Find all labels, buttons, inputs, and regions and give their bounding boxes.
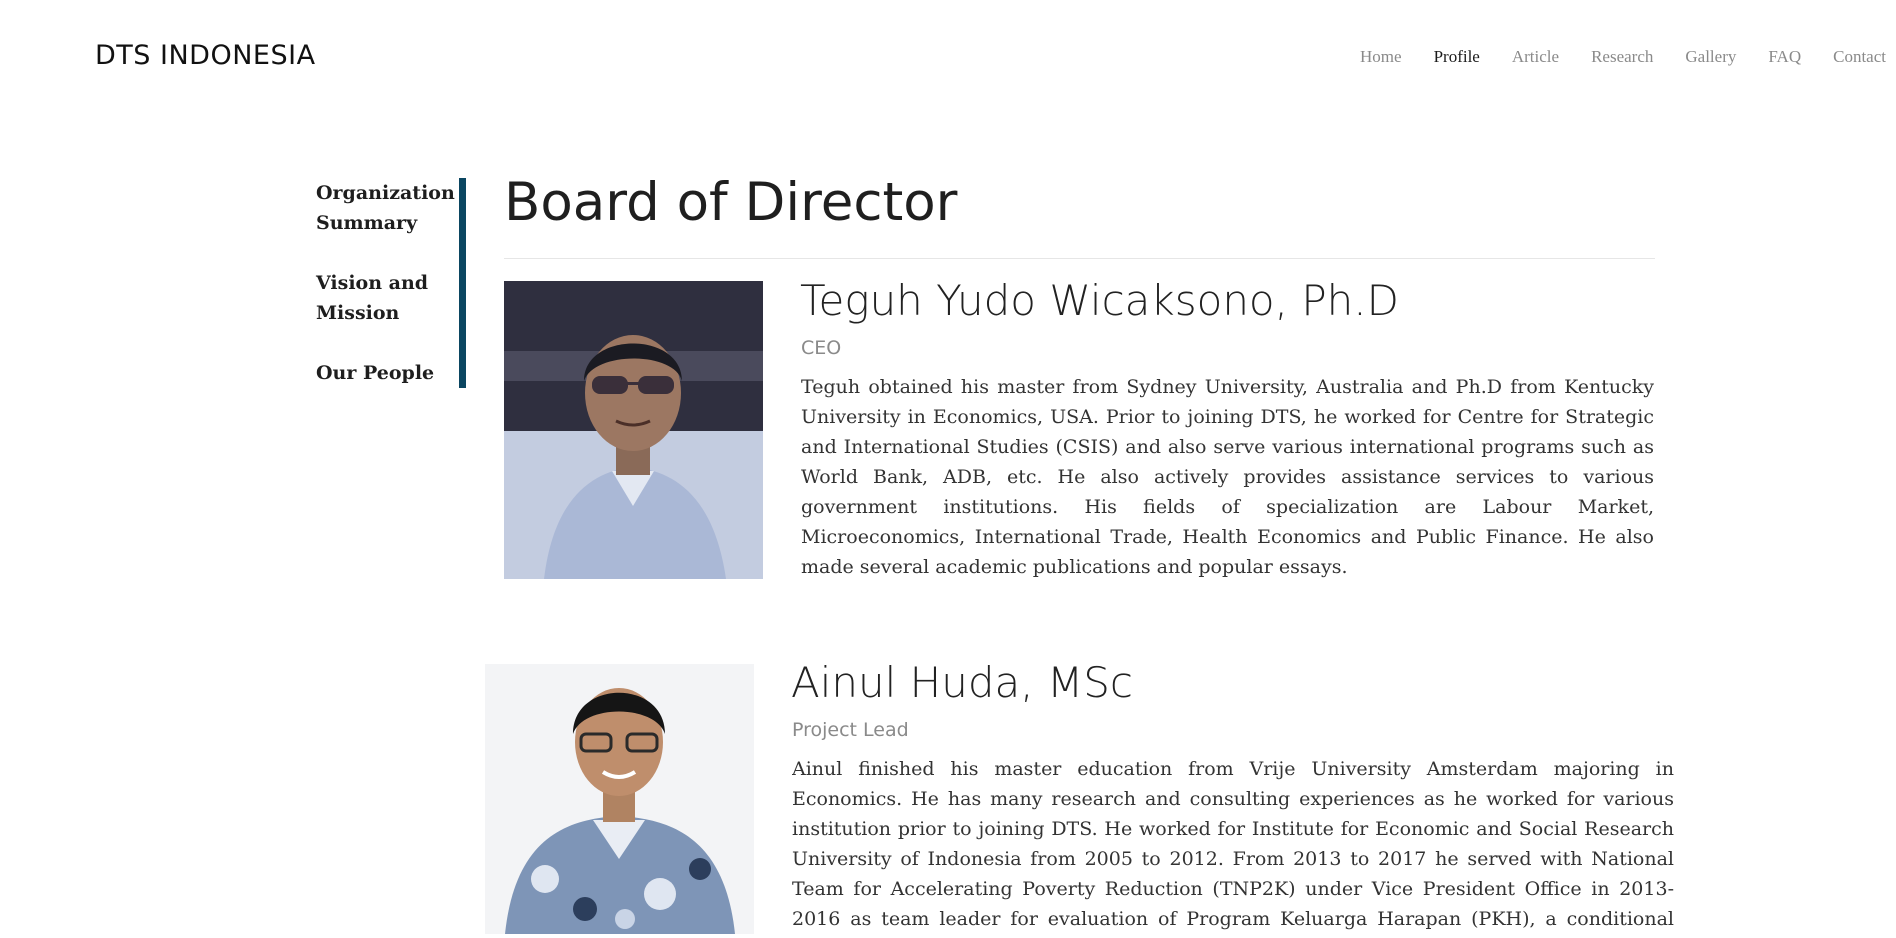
person-bio: Teguh obtained his master from Sydney Un… [801, 376, 1654, 578]
sidebar-item-our-people[interactable]: Our People [316, 358, 456, 388]
sidebar-item-organization-summary[interactable]: Organization Summary [316, 178, 456, 238]
nav-contact[interactable]: Contact [1833, 47, 1886, 67]
main-nav: Home Profile Article Research Gallery FA… [1328, 47, 1896, 67]
person-role: CEO [801, 337, 842, 359]
person-name: Ainul Huda, MSc [791, 658, 1133, 707]
nav-home[interactable]: Home [1360, 47, 1402, 67]
nav-gallery[interactable]: Gallery [1685, 47, 1736, 67]
page-title: Board of Director [504, 172, 958, 233]
profile-sidebar: Organization Summary Vision and Mission … [316, 178, 466, 388]
person-bio: Ainul finished his master education from… [792, 758, 1674, 930]
nav-profile[interactable]: Profile [1434, 47, 1480, 67]
person-name: Teguh Yudo Wicaksono, Ph.D [800, 276, 1399, 325]
title-divider [504, 258, 1655, 259]
nav-faq[interactable]: FAQ [1768, 47, 1801, 67]
person-photo [504, 281, 763, 579]
nav-research[interactable]: Research [1591, 47, 1653, 67]
site-logo[interactable]: DTS INDONESIA [95, 40, 316, 71]
person-photo-graphic [504, 281, 763, 579]
person-photo [485, 664, 754, 934]
site-header: DTS INDONESIA Home Profile Article Resea… [0, 0, 1896, 118]
sidebar-item-vision-mission[interactable]: Vision and Mission [316, 268, 456, 328]
person-photo-graphic [485, 664, 754, 934]
nav-article[interactable]: Article [1512, 47, 1559, 67]
person-role: Project Lead [792, 719, 909, 741]
